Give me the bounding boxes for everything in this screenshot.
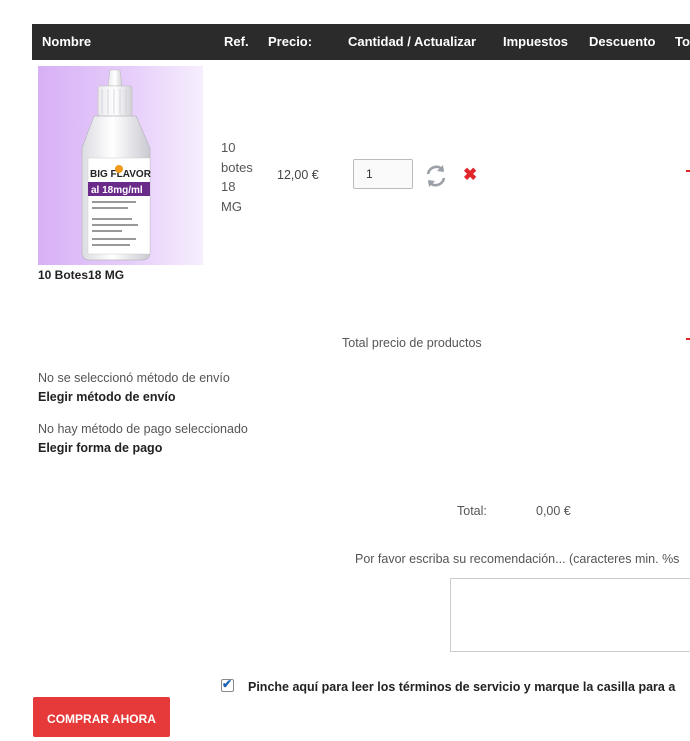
product-ref-line: botes bbox=[221, 159, 253, 175]
header-taxes: Impuestos bbox=[503, 34, 569, 49]
choose-shipping-link[interactable]: Elegir método de envío bbox=[38, 390, 176, 404]
choose-payment-link[interactable]: Elegir forma de pago bbox=[38, 441, 162, 455]
remove-icon[interactable]: ✖ bbox=[463, 165, 477, 185]
product-ref-line: MG bbox=[221, 198, 242, 214]
total-products-marker bbox=[686, 338, 690, 340]
total-products-label: Total precio de productos bbox=[342, 336, 482, 350]
buy-now-button[interactable]: COMPRAR AHORA bbox=[33, 697, 170, 737]
header-quantity: Cantidad / Actualizar bbox=[348, 34, 477, 49]
check-icon: ✔ bbox=[222, 677, 233, 691]
header-name: Nombre bbox=[42, 34, 92, 49]
header-ref: Ref. bbox=[224, 34, 249, 49]
product-ref-line: 18 bbox=[221, 179, 236, 194]
terms-link[interactable]: Pinche aquí para leer los términos de se… bbox=[248, 680, 675, 694]
refresh-icon[interactable] bbox=[423, 163, 449, 189]
svg-text:al 18mg/ml: al 18mg/ml bbox=[91, 185, 143, 196]
product-name[interactable]: 10 Botes18 MG bbox=[38, 268, 124, 282]
row-total-marker bbox=[686, 170, 690, 172]
quantity-input[interactable] bbox=[353, 159, 413, 189]
recommendation-textarea[interactable] bbox=[450, 578, 690, 652]
header-discount: Descuento bbox=[589, 34, 656, 49]
payment-message: No hay método de pago seleccionado bbox=[38, 422, 248, 436]
header-total: To bbox=[675, 34, 690, 49]
total-value: 0,00 € bbox=[536, 504, 571, 518]
shipping-message: No se seleccionó método de envío bbox=[38, 371, 230, 385]
product-price: 12,00 € bbox=[277, 168, 319, 182]
product-ref: 10 botes 18 MG bbox=[221, 138, 253, 216]
product-image[interactable]: BIG FLAVOR al 18mg/ml bbox=[38, 66, 203, 265]
product-bottle-icon: BIG FLAVOR al 18mg/ml bbox=[81, 69, 152, 261]
total-label: Total: bbox=[457, 504, 487, 518]
header-price: Precio: bbox=[268, 34, 313, 49]
recommendation-label: Por favor escriba su recomendación... (c… bbox=[355, 552, 680, 566]
cart-table-header: Nombre Ref. Precio: Cantidad / Actualiza… bbox=[32, 24, 690, 60]
product-ref-line: 10 bbox=[221, 140, 236, 155]
